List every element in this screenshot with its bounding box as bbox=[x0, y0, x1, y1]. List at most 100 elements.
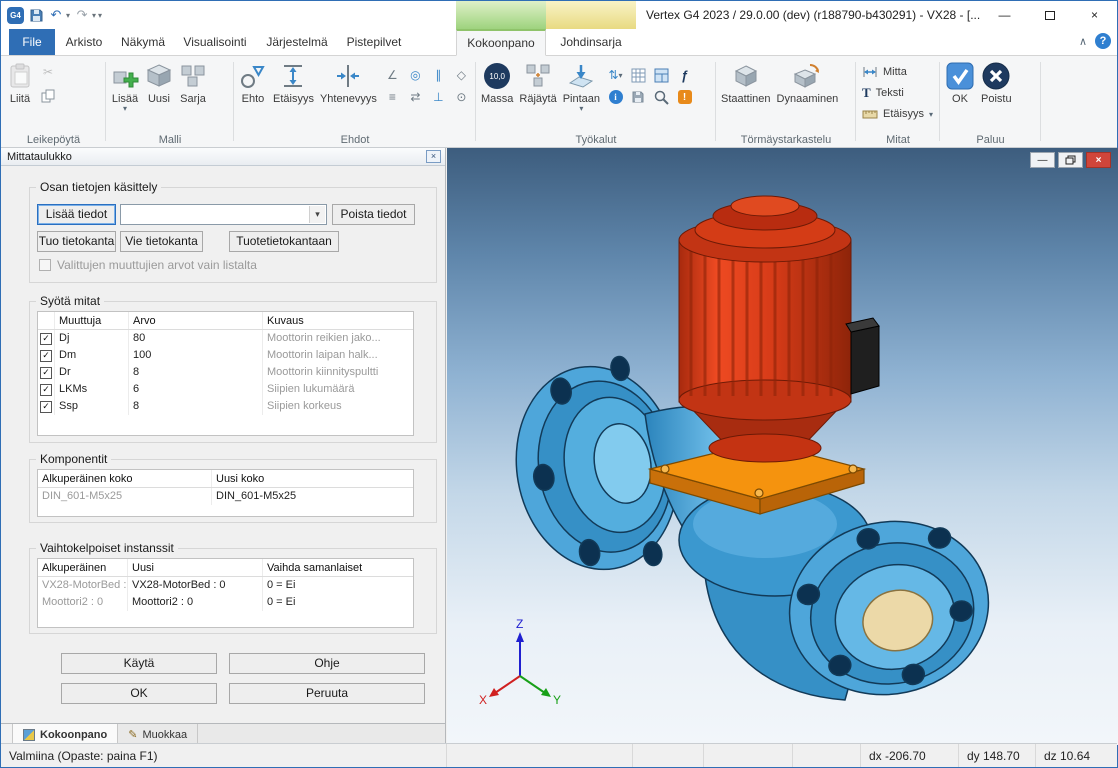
motor bbox=[679, 196, 879, 462]
groupbox-title: Osan tietojen käsittely bbox=[36, 180, 161, 194]
renumber-icon[interactable]: ⇅▾ bbox=[605, 65, 626, 85]
vie-tietokanta-button[interactable]: Vie tietokanta bbox=[120, 231, 203, 252]
table-row[interactable]: ✓ LKMs 6 Siipien lukumäärä bbox=[38, 381, 413, 398]
dialog-titlebar[interactable]: Mittataulukko × bbox=[1, 148, 445, 166]
checkbox-icon[interactable]: ✓ bbox=[40, 367, 52, 379]
save-view-icon[interactable] bbox=[628, 87, 649, 107]
cut-button[interactable]: ✂ bbox=[39, 63, 57, 81]
table-row[interactable]: ✓ Dj 80 Moottorin reikien jako... bbox=[38, 330, 413, 347]
tab-nakyma[interactable]: Näkymä bbox=[113, 29, 173, 55]
checkbox-icon[interactable]: ✓ bbox=[40, 350, 52, 362]
dynaaminen-button[interactable]: Dynaaminen bbox=[774, 59, 842, 107]
table-row[interactable]: Moottori2 : 0 Moottori2 : 0 0 = Ei bbox=[38, 594, 413, 611]
angle-constraint-icon[interactable]: ∠ bbox=[382, 65, 403, 85]
tab-jarjestelma[interactable]: Järjestelmä bbox=[257, 29, 337, 55]
checkbox-icon[interactable]: ✓ bbox=[40, 333, 52, 345]
etaisyys-mitta-button[interactable]: Etäisyys ▾ bbox=[862, 105, 933, 123]
tab-kokoonpano[interactable]: Kokoonpano bbox=[456, 29, 546, 56]
redo-dropdown[interactable]: ▾ bbox=[92, 11, 96, 20]
kayta-button[interactable]: Käytä bbox=[61, 653, 217, 674]
tab-arkisto[interactable]: Arkisto bbox=[55, 29, 113, 55]
viewport-3d[interactable]: Z X Y — × bbox=[447, 148, 1118, 745]
checkbox-icon[interactable]: ✓ bbox=[40, 401, 52, 413]
checkbox-icon[interactable]: ✓ bbox=[40, 384, 52, 396]
tab-file[interactable]: File bbox=[9, 29, 55, 55]
ok-dialog-button[interactable]: OK bbox=[61, 683, 217, 704]
pintaan-button[interactable]: Pintaan ▾ bbox=[560, 59, 603, 114]
teksti-button[interactable]: T Teksti bbox=[862, 84, 933, 102]
symmetry-constraint-icon[interactable]: ⇄ bbox=[405, 87, 426, 107]
pump-model: Z X Y bbox=[447, 148, 1118, 745]
tangent-constraint-icon[interactable]: ◇ bbox=[451, 65, 472, 85]
dialog-close-button[interactable]: × bbox=[426, 150, 441, 163]
views-panel-icon[interactable] bbox=[651, 65, 672, 85]
tuotetietokantaan-button[interactable]: Tuotetietokantaan bbox=[229, 231, 339, 252]
ohje-button[interactable]: Ohje bbox=[229, 653, 425, 674]
tab-visualisointi[interactable]: Visualisointi bbox=[173, 29, 257, 55]
poistu-button[interactable]: Poistu bbox=[978, 59, 1015, 107]
ribbon-group-mitat: Mitta T Teksti Etäisyys ▾ Mitat bbox=[856, 56, 940, 147]
app-logo-icon[interactable]: G4 bbox=[7, 7, 24, 24]
rajayta-button[interactable]: Räjäytä bbox=[516, 59, 559, 107]
liita-button[interactable]: Liitä bbox=[3, 59, 37, 107]
redo-button[interactable]: ↷ bbox=[74, 5, 90, 25]
axis-z-label: Z bbox=[516, 617, 523, 631]
tab-pistepilvet[interactable]: Pistepilvet bbox=[337, 29, 411, 55]
coincident-constraint-icon[interactable]: ≡ bbox=[382, 87, 403, 107]
panel-tab-muokkaa[interactable]: ✎ Muokkaa bbox=[118, 724, 198, 745]
undo-button[interactable]: ↶ bbox=[48, 5, 64, 25]
tab-johdinsarja[interactable]: Johdinsarja bbox=[546, 29, 636, 55]
uusi-button[interactable]: Uusi bbox=[142, 59, 176, 107]
panel-corner-button[interactable] bbox=[1, 724, 13, 745]
copy-button[interactable] bbox=[39, 87, 57, 105]
fix-constraint-icon[interactable]: ⊙ bbox=[451, 87, 472, 107]
help-button[interactable]: ? bbox=[1095, 33, 1111, 49]
vain-listalta-checkbox[interactable]: Valittujen muuttujien arvot vain listalt… bbox=[39, 258, 257, 272]
table-row[interactable]: DIN_601-M5x25 DIN_601-M5x25 bbox=[38, 488, 413, 505]
undo-dropdown[interactable]: ▾ bbox=[66, 11, 70, 20]
table-row[interactable]: ✓ Ssp 8 Siipien korkeus bbox=[38, 398, 413, 415]
panel-tab-kokoonpano[interactable]: Kokoonpano bbox=[13, 724, 118, 745]
massa-button[interactable]: 10,0 Massa bbox=[478, 59, 516, 107]
maximize-button[interactable] bbox=[1027, 1, 1072, 29]
info-icon[interactable]: i bbox=[605, 87, 626, 107]
dimension-icon bbox=[862, 64, 878, 80]
status-segment bbox=[793, 744, 861, 767]
copy-icon bbox=[41, 89, 55, 103]
table-icon[interactable] bbox=[628, 65, 649, 85]
save-button[interactable] bbox=[28, 5, 44, 25]
mdi-window-controls: — × bbox=[1030, 152, 1111, 168]
parallel-constraint-icon[interactable]: ∥ bbox=[428, 65, 449, 85]
chevron-down-icon[interactable]: ▾ bbox=[309, 206, 325, 223]
qat-customize-dropdown[interactable]: ▾ bbox=[98, 11, 102, 20]
table-row[interactable]: VX28-MotorBed : 0 VX28-MotorBed : 0 0 = … bbox=[38, 577, 413, 594]
static-check-icon bbox=[732, 61, 760, 91]
perpendicular-constraint-icon[interactable]: ⊥ bbox=[428, 87, 449, 107]
mdi-close-button[interactable]: × bbox=[1086, 152, 1111, 168]
yhtenevyys-button[interactable]: Yhtenevyys bbox=[317, 59, 380, 107]
mitta-button[interactable]: Mitta bbox=[862, 63, 933, 81]
staattinen-button[interactable]: Staattinen bbox=[718, 59, 774, 107]
table-row[interactable]: ✓ Dr 8 Moottorin kiinnityspultti bbox=[38, 364, 413, 381]
lisaa-tiedot-button[interactable]: Lisää tiedot bbox=[37, 204, 116, 225]
warning-icon[interactable]: ! bbox=[674, 87, 695, 107]
peruuta-button[interactable]: Peruuta bbox=[229, 683, 425, 704]
minimize-button[interactable]: — bbox=[982, 1, 1027, 29]
ok-button[interactable]: OK bbox=[942, 59, 978, 107]
tiedot-combobox[interactable]: ▾ bbox=[120, 204, 327, 225]
lisaa-button[interactable]: Lisää ▾ bbox=[108, 59, 142, 114]
mdi-restore-button[interactable] bbox=[1058, 152, 1083, 168]
group-label: Leikepöytä bbox=[1, 134, 106, 146]
tuo-tietokanta-button[interactable]: Tuo tietokanta bbox=[37, 231, 116, 252]
ehto-button[interactable]: Ehto bbox=[236, 59, 270, 107]
zoom-icon[interactable] bbox=[651, 87, 672, 107]
table-row[interactable]: ✓ Dm 100 Moottorin laipan halk... bbox=[38, 347, 413, 364]
formula-icon[interactable]: ƒ bbox=[674, 65, 695, 85]
etaisyys-ehto-button[interactable]: Etäisyys bbox=[270, 59, 317, 107]
poista-tiedot-button[interactable]: Poista tiedot bbox=[332, 204, 415, 225]
close-button[interactable]: × bbox=[1072, 1, 1117, 29]
concentric-constraint-icon[interactable]: ◎ bbox=[405, 65, 426, 85]
sarja-button[interactable]: Sarja bbox=[176, 59, 210, 107]
mdi-minimize-button[interactable]: — bbox=[1030, 152, 1055, 168]
collapse-ribbon-button[interactable]: ∧ bbox=[1079, 35, 1087, 48]
